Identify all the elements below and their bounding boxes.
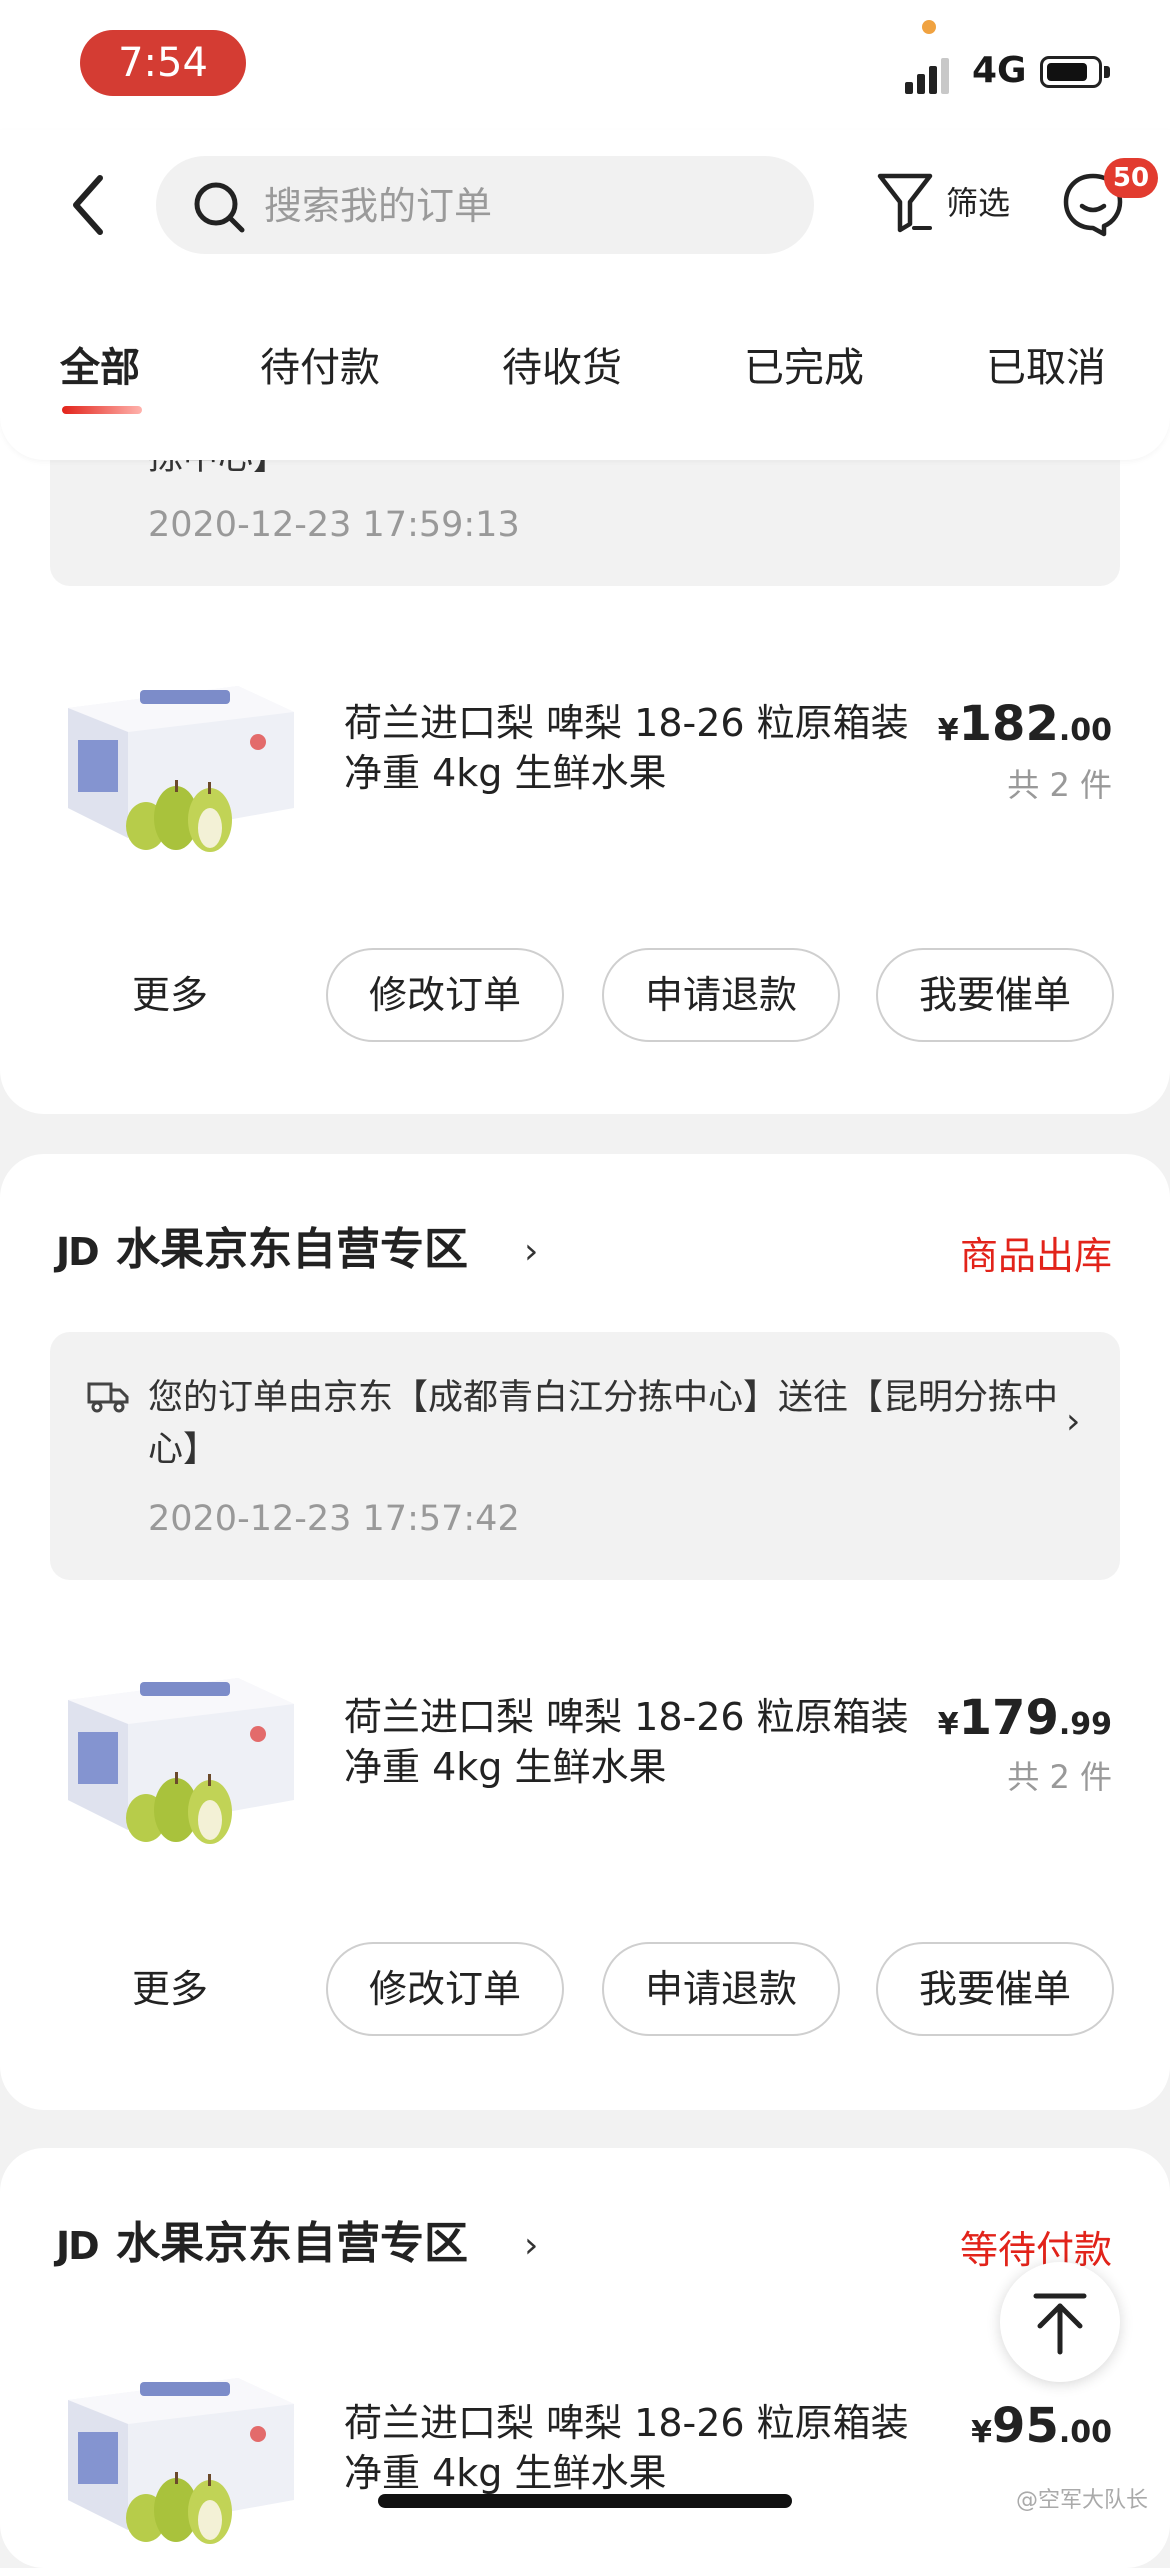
shipping-time: 2020-12-23 17:57:42	[148, 1499, 520, 1539]
price-currency: ¥	[971, 2415, 993, 2450]
order-price: ¥179.99	[880, 1690, 1112, 1746]
watermark: @空军大队长	[1016, 2488, 1149, 2513]
home-indicator[interactable]	[378, 2494, 792, 2508]
shipping-time: 2020-12-23 17:59:13	[148, 505, 520, 545]
more-button[interactable]: 更多	[132, 968, 208, 1022]
jd-logo: JD	[56, 1230, 100, 1274]
product-title[interactable]: 荷兰进口梨 啤梨 18-26 粒原箱装 净重 4kg 生鲜水果	[344, 2398, 924, 2498]
item-count: 共 2 件	[1007, 766, 1112, 804]
signal-icon	[905, 58, 949, 94]
shop-name[interactable]: 水果京东自营专区	[116, 2214, 468, 2274]
arrow-up-icon	[1033, 2293, 1087, 2355]
price-integer: 182	[958, 696, 1059, 752]
delivery-truck-icon	[87, 1382, 129, 1413]
product-image[interactable]	[58, 2360, 298, 2560]
price-decimal: .00	[1058, 713, 1112, 748]
scroll-to-top-button[interactable]	[1000, 2262, 1120, 2382]
battery-icon	[1040, 56, 1102, 88]
shop-chevron-icon[interactable]: ›	[524, 2216, 538, 2276]
product-title[interactable]: 荷兰进口梨 啤梨 18-26 粒原箱装 净重 4kg 生鲜水果	[344, 1692, 924, 1792]
price-currency: ¥	[937, 713, 959, 748]
tab-all[interactable]: 全部	[60, 340, 140, 396]
battery-tip	[1104, 66, 1110, 78]
tab-completed[interactable]: 已完成	[744, 340, 864, 396]
recording-indicator-dot	[922, 20, 936, 34]
order-status: 商品出库	[959, 1234, 1112, 1278]
item-count: 共 2 件	[1007, 1758, 1112, 1796]
order-price: ¥182.00	[880, 696, 1112, 752]
request-refund-button[interactable]: 申请退款	[602, 948, 840, 1042]
more-button[interactable]: 更多	[132, 1962, 208, 2016]
price-decimal: .00	[1058, 2415, 1112, 2450]
search-icon	[194, 182, 245, 233]
urge-order-button[interactable]: 我要催单	[876, 948, 1114, 1042]
urge-order-button[interactable]: 我要催单	[876, 1942, 1114, 2036]
modify-order-button[interactable]: 修改订单	[326, 948, 564, 1042]
shop-name[interactable]: 水果京东自营专区	[116, 1220, 468, 1280]
jd-logo: JD	[56, 2224, 100, 2268]
message-badge: 50	[1104, 158, 1158, 198]
shipping-text: 您的订单由京东【成都青白江分拣中心】送往【昆明分拣中心】	[148, 1378, 1059, 1470]
search-placeholder: 搜索我的订单	[264, 184, 493, 228]
network-type: 4G	[972, 50, 1027, 91]
active-tab-indicator	[62, 406, 142, 414]
price-integer: 179	[958, 1690, 1059, 1746]
product-title[interactable]: 荷兰进口梨 啤梨 18-26 粒原箱装 净重 4kg 生鲜水果	[344, 698, 924, 798]
price-integer: 95	[992, 2398, 1059, 2454]
order-price: ¥95.00	[880, 2398, 1112, 2454]
status-time: 7:54	[80, 30, 246, 96]
modify-order-button[interactable]: 修改订单	[326, 1942, 564, 2036]
request-refund-button[interactable]: 申请退款	[602, 1942, 840, 2036]
tab-cancelled[interactable]: 已取消	[986, 340, 1106, 396]
product-image[interactable]	[58, 668, 298, 868]
tab-pending-payment[interactable]: 待付款	[260, 340, 380, 396]
shop-chevron-icon[interactable]: ›	[524, 1222, 538, 1282]
price-decimal: .99	[1058, 1707, 1112, 1742]
tab-pending-receipt[interactable]: 待收货	[502, 340, 622, 396]
product-image[interactable]	[58, 1660, 298, 1860]
back-arrow-icon[interactable]	[60, 170, 120, 240]
filter-label[interactable]: 筛选	[946, 180, 1010, 226]
shipping-chevron-icon[interactable]: ›	[1066, 1392, 1080, 1452]
filter-funnel-icon[interactable]	[874, 168, 936, 234]
price-currency: ¥	[937, 1707, 959, 1742]
